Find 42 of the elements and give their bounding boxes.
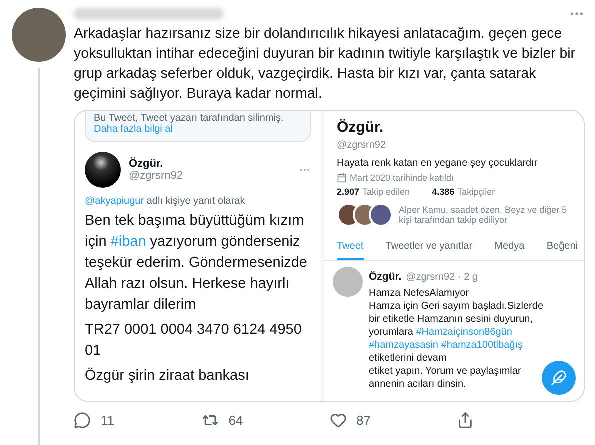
profile-tab[interactable]: Beğeni xyxy=(546,235,578,260)
mention-link[interactable]: @akyapiugur xyxy=(85,196,144,207)
share-icon xyxy=(457,412,474,429)
feather-icon xyxy=(551,370,567,386)
follower-avatar xyxy=(369,203,393,227)
stat-value: 2.907 xyxy=(337,187,360,197)
retweet-button[interactable]: 64 xyxy=(202,408,330,433)
profile-name: Özgür. xyxy=(337,119,385,136)
joined-date: Mart 2020 tarihinde katıldı xyxy=(350,173,454,183)
tweet-text: Arkadaşlar hazırsanız size bir dolandırıcılık hikayesi anlatacağım. geçen gece yoksulluktan intihar edeceğini duyuran bir kadının twitiyle karşılaştık ve bizler bir grup arkadaş seferber olduk, vazgeçirdik. Hasta bir kızı var, çanta satarak geçimini sağlıyor. Buraya kadar normal. xyxy=(74,25,577,104)
reply-text: TR27 0001 0004 3470 6124 4950 01 xyxy=(85,321,303,361)
hashtag-link[interactable]: #hamza100tlbağış xyxy=(441,340,523,351)
profile-tab[interactable]: Tweetler ve yanıtlar xyxy=(386,235,473,260)
author-handle: @zgrsrn92 xyxy=(129,170,184,182)
avatar xyxy=(85,152,121,188)
avatar[interactable] xyxy=(12,8,66,62)
author-name: Özgür. xyxy=(129,158,164,170)
hashtag-link[interactable]: #iban xyxy=(110,234,146,250)
profile-handle: @zgrsrn92 xyxy=(337,140,388,151)
hashtag-link[interactable]: #hamzayasasin xyxy=(369,340,438,351)
reply-icon xyxy=(74,412,91,429)
reply-to-text: @akyapiugur adlı kişiye yanıt olarak xyxy=(85,196,246,207)
stat-label: Takip edilen xyxy=(362,187,410,197)
like-button[interactable]: 87 xyxy=(330,408,458,433)
calendar-icon xyxy=(337,173,347,183)
stat-value: 4.386 xyxy=(432,187,455,197)
reply-button[interactable]: 11 xyxy=(74,408,202,433)
reply-text: Özgür şirin ziraat bankası xyxy=(85,366,250,386)
reply-text: Ben tek başıma büyüttüğüm kızım için #iban yazıyorum gönderseniz teşekür ederim. Göndermesenizde Allah razı olsun. Herkese hayırlı bayramlar dilerim xyxy=(85,212,308,315)
hashtag-link[interactable]: #Hamzaiçinson86gün xyxy=(416,327,512,338)
profile-bio: Hayata renk katan en yegane şey çocuklardır xyxy=(337,158,539,169)
profile-tab[interactable]: Medya xyxy=(494,235,525,260)
post-author: Özgür. xyxy=(369,271,402,283)
profile-tab[interactable]: Tweet xyxy=(337,235,364,260)
post-meta: @zgrsrn92 · 2 g xyxy=(406,272,478,283)
post-text: Hamza NefesAlamıyor Hamza için Geri sayım başladı.Sizlerde bir etiketle Hamzanın sesini duyurun, yorumlara #Hamzaiçinson86gün #hamzayasasin #hamza100tlbağış etiketlerini devam etiket yapın. Yorum ve paylaşımlar annenin acıları dinsin. xyxy=(369,287,544,391)
notice-text: Bu Tweet, Tweet yazarı tarafından silinmiş. xyxy=(94,113,285,124)
stat-label: Takipçiler xyxy=(458,187,496,197)
learn-more-link[interactable]: Daha fazla bilgi al xyxy=(94,124,302,135)
heart-icon xyxy=(330,412,346,429)
avatar xyxy=(333,267,363,297)
followed-by-text: Alper Kamu, saadet özen, Beyz ve diğer 5 kişi tarafından takip ediliyor xyxy=(399,205,568,225)
